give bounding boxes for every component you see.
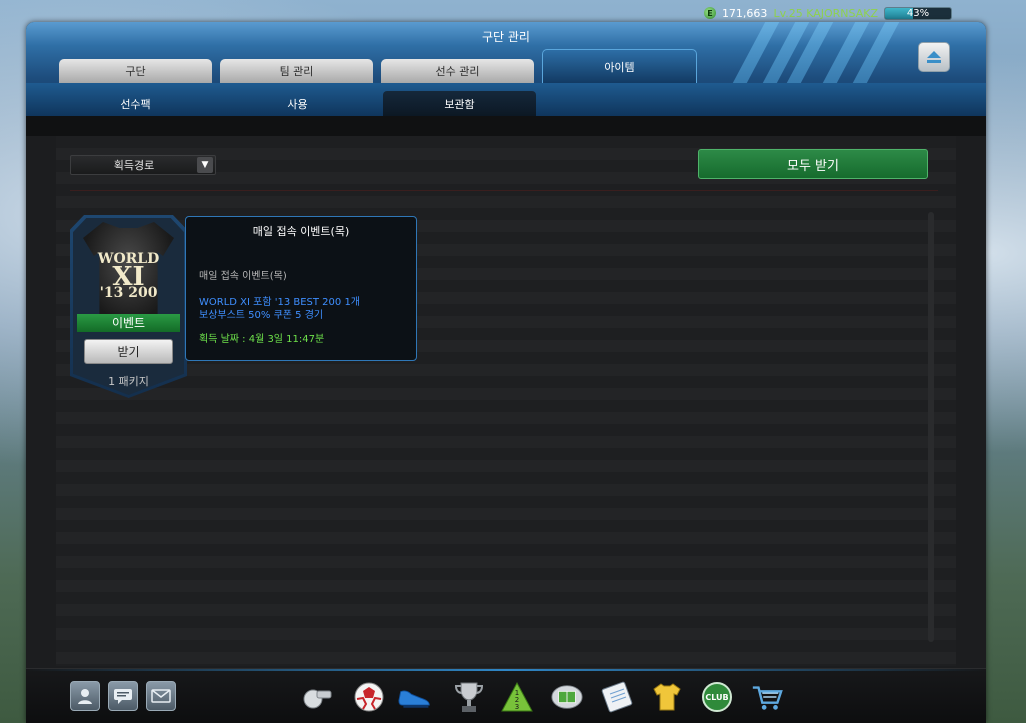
- main-tabs: 구단 팀 관리 선수 관리 아이템: [59, 49, 697, 83]
- tooltip-title: 매일 접속 이벤트(목): [252, 225, 350, 238]
- filter-selected-value: 획득경로: [113, 159, 155, 172]
- notepad-icon[interactable]: [600, 679, 634, 715]
- status-bar: E 171,663 Lv.25 KAJORNSAKZ 43%: [703, 4, 952, 22]
- content-divider: [70, 190, 938, 191]
- header-separator: [26, 116, 986, 136]
- item-card-inner: WORLD XI '13 200 이벤트 받기 1 패키지: [73, 218, 184, 395]
- tooltip-acquired-date: 획득 날짜 : 4월 3일 11:47분: [199, 334, 325, 345]
- tab-player-management[interactable]: 선수 관리: [381, 59, 534, 83]
- mail-icon[interactable]: [146, 681, 176, 711]
- sub-tabs: 선수팩 사용 보관함: [26, 83, 986, 116]
- tooltip-reward-line: 보상부스트 50% 쿠폰 5 경기: [199, 310, 324, 321]
- window-header: 구단 관리 구단 팀 관리 선수 관리 아이템 선수팩 사용 보관함: [26, 22, 986, 116]
- club-management-window: 구단 관리 구단 팀 관리 선수 관리 아이템 선수팩 사용 보관함 획득경로 …: [26, 22, 986, 723]
- shop-cart-icon[interactable]: [750, 679, 784, 715]
- xp-progress-label: 43%: [906, 7, 930, 19]
- chat-icon[interactable]: [108, 681, 138, 711]
- item-jersey-text: WORLD XI '13 200: [97, 251, 160, 301]
- club-icon[interactable]: CLUB: [700, 679, 734, 715]
- trophy-icon[interactable]: [452, 679, 486, 715]
- tab-team-management[interactable]: 팀 관리: [220, 59, 373, 83]
- claim-button[interactable]: 받기: [84, 339, 173, 364]
- scrollbar[interactable]: [928, 212, 934, 642]
- tooltip-subtitle: 매일 접속 이벤트(목): [199, 271, 287, 282]
- xp-progress-bar: 43%: [884, 6, 952, 20]
- coin-icon: E: [703, 7, 716, 19]
- ranking-pyramid-icon[interactable]: 123: [500, 679, 534, 715]
- item-type-badge: 이벤트: [77, 314, 180, 332]
- item-card[interactable]: WORLD XI '13 200 이벤트 받기 1 패키지: [70, 215, 187, 398]
- window-title: 구단 관리: [482, 30, 530, 44]
- chevron-down-icon: ▼: [197, 157, 213, 173]
- stadium-icon[interactable]: [550, 679, 584, 715]
- boot-icon[interactable]: [398, 679, 432, 715]
- subtab-use[interactable]: 사용: [221, 91, 374, 116]
- acquisition-filter-dropdown[interactable]: 획득경로 ▼: [70, 155, 216, 175]
- coin-balance: 171,663: [721, 6, 768, 20]
- subtab-storage[interactable]: 보관함: [383, 91, 536, 116]
- bottom-toolbar: 123 CLUB: [26, 668, 986, 723]
- club-icon-label: CLUB: [705, 693, 728, 702]
- tab-items[interactable]: 아이템: [542, 49, 697, 83]
- svg-text:3: 3: [515, 703, 519, 711]
- player-level: Lv.25 KAJORNSAKZ: [773, 6, 878, 20]
- tab-club[interactable]: 구단: [59, 59, 212, 83]
- profile-icon[interactable]: [70, 681, 100, 711]
- eject-icon: [927, 51, 941, 63]
- collapse-button[interactable]: [918, 42, 950, 72]
- soccer-ball-icon[interactable]: [352, 679, 386, 715]
- jersey-icon[interactable]: [650, 679, 684, 715]
- item-tooltip: 매일 접속 이벤트(목) 매일 접속 이벤트(목) WORLD XI 포함 '1…: [185, 216, 417, 361]
- subtab-player-pack[interactable]: 선수팩: [59, 91, 212, 116]
- receive-all-button[interactable]: 모두 받기: [698, 149, 928, 179]
- whistle-icon[interactable]: [300, 679, 334, 715]
